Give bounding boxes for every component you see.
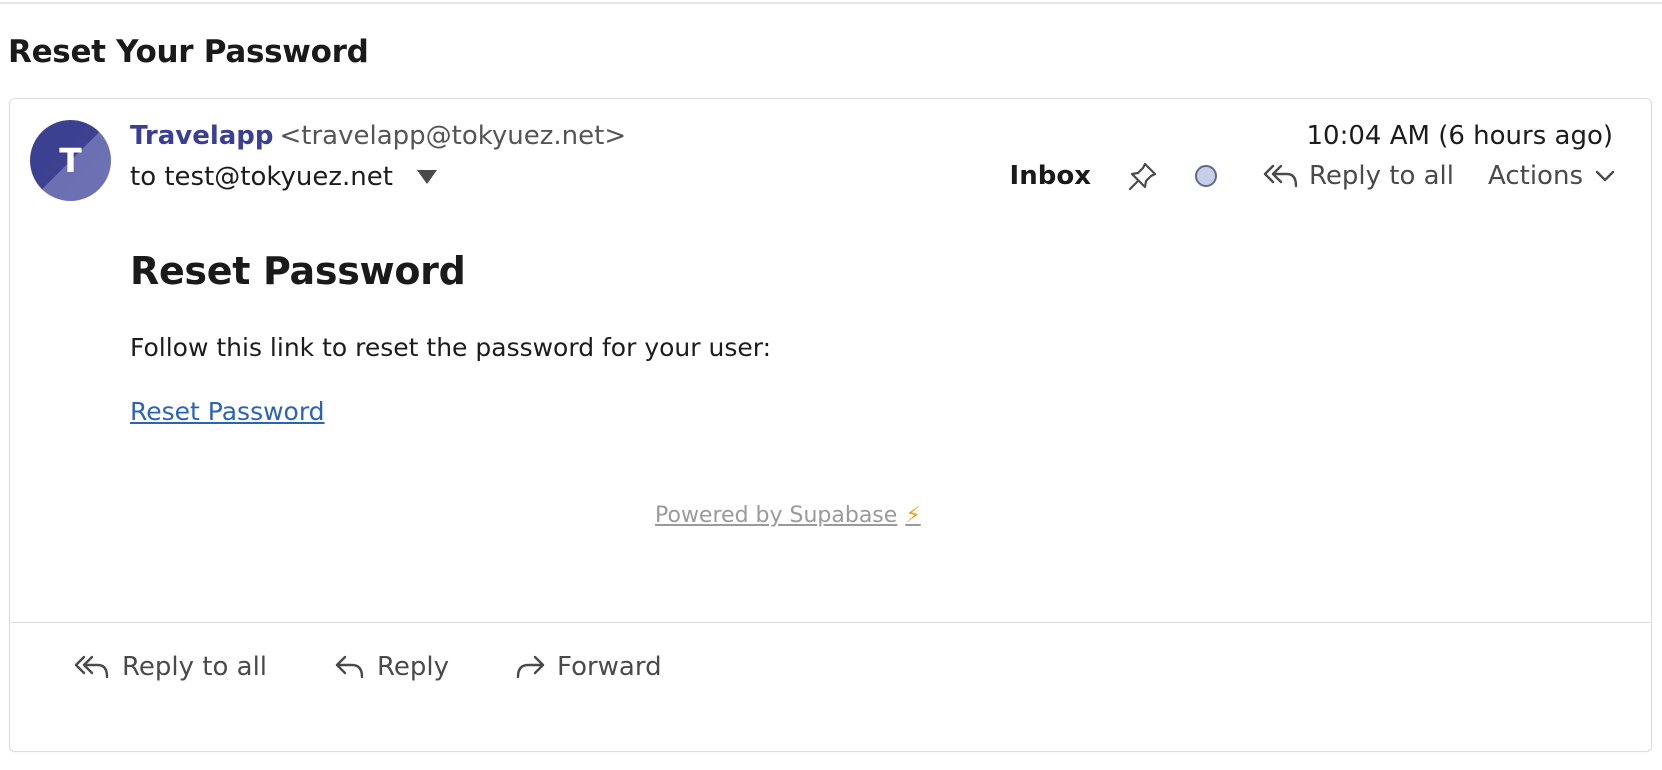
reset-password-link[interactable]: Reset Password [130,397,325,426]
footer-forward-button[interactable]: Forward [515,652,662,682]
actions-label: Actions [1488,161,1583,191]
sender-email: <travelapp@tokyuez.net> [279,121,627,151]
forward-icon [515,653,545,681]
sender-line: Travelapp <travelapp@tokyuez.net> [130,121,626,151]
footer-forward-label: Forward [557,652,662,682]
message-timestamp: 10:04 AM (6 hours ago) [1306,121,1613,151]
lightning-bolt-icon: ⚡ [905,503,921,528]
pin-icon[interactable] [1127,160,1159,192]
body-heading: Reset Password [130,249,466,293]
recipient-text: to test@tokyuez.net [130,162,393,192]
powered-by-link[interactable]: Powered by Supabase ⚡ [655,503,921,528]
sender-name[interactable]: Travelapp [130,121,274,151]
footer-reply-label: Reply [377,652,450,682]
body-text: Follow this link to reset the password f… [130,333,772,362]
recipients-expand-caret-icon[interactable] [416,170,437,184]
top-divider [0,2,1662,4]
reply-all-icon [1263,162,1299,190]
reply-all-icon [74,653,110,681]
folder-label[interactable]: Inbox [1010,161,1091,191]
powered-by-text: Powered by Supabase [655,503,898,528]
avatar-letter: T [59,141,82,180]
unread-dot-icon[interactable] [1194,165,1217,187]
reply-icon [335,653,365,681]
message-toolbar: Inbox Reply to all Actions [1010,155,1615,197]
footer-reply-all-label: Reply to all [122,652,268,682]
message-footer: Reply to all Reply Forward [74,647,662,687]
footer-reply-button[interactable]: Reply [335,652,449,682]
message-card: T Travelapp <travelapp@tokyuez.net> to te… [9,98,1652,752]
avatar: T [30,120,111,201]
chevron-down-icon [1595,169,1615,183]
reply-all-label: Reply to all [1308,161,1455,191]
reply-all-button[interactable]: Reply to all [1263,161,1454,191]
actions-menu-button[interactable]: Actions [1488,161,1615,191]
recipient-line: to test@tokyuez.net [130,162,437,192]
email-subject: Reset Your Password [8,34,369,70]
footer-reply-all-button[interactable]: Reply to all [74,652,267,682]
footer-divider [10,622,1651,623]
